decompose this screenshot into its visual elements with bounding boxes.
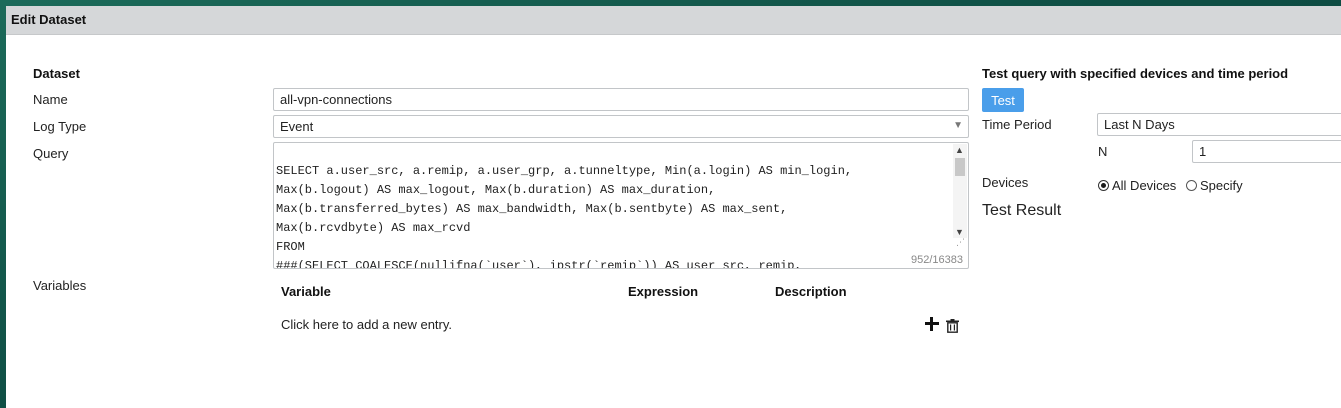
radio-all-devices-label: All Devices <box>1112 178 1177 193</box>
radio-specify-label: Specify <box>1200 178 1243 193</box>
query-line: Max(b.rcvdbyte) AS max_rcvd <box>276 221 471 235</box>
query-textarea[interactable]: SELECT a.user_src, a.remip, a.user_grp, … <box>273 142 969 269</box>
devices-label: Devices <box>982 175 1029 190</box>
query-line: FROM <box>276 240 305 254</box>
chevron-down-icon: ▼ <box>953 120 963 131</box>
n-input[interactable] <box>1192 140 1341 163</box>
n-label: N <box>1098 144 1108 159</box>
radio-checked-icon[interactable] <box>1098 180 1109 191</box>
column-header-description: Description <box>775 284 847 299</box>
test-button[interactable]: Test <box>982 88 1024 112</box>
add-entry-link[interactable]: Click here to add a new entry. <box>281 317 452 332</box>
query-text: SELECT a.user_src, a.remip, a.user_grp, … <box>276 143 948 269</box>
time-period-select[interactable]: Last N Days <box>1097 113 1341 136</box>
scroll-down-icon[interactable]: ▼ <box>955 227 964 237</box>
name-label: Name <box>33 92 68 107</box>
radio-all-devices[interactable]: All Devices <box>1098 178 1176 193</box>
dialog-title: Edit Dataset <box>11 12 87 27</box>
query-scrollbar[interactable]: ▲ ▼ <box>953 144 967 238</box>
time-period-value: Last N Days <box>1104 117 1175 132</box>
query-char-count: 952/16383 <box>911 254 963 266</box>
dataset-heading: Dataset <box>33 66 80 81</box>
query-label: Query <box>33 146 69 161</box>
column-header-variable: Variable <box>281 284 331 299</box>
test-heading: Test query with specified devices and ti… <box>982 66 1289 81</box>
scroll-up-icon[interactable]: ▲ <box>955 145 964 155</box>
query-line: ###(SELECT COALESCE(nullifna(`user`), ip… <box>276 259 802 269</box>
query-line: Max(b.logout) AS max_logout, Max(b.durat… <box>276 183 716 197</box>
plus-icon[interactable] <box>925 317 939 331</box>
time-period-label: Time Period <box>982 117 1052 132</box>
radio-unchecked-icon[interactable] <box>1186 180 1197 191</box>
column-header-expression: Expression <box>628 284 699 299</box>
trash-icon[interactable] <box>946 319 959 333</box>
name-input[interactable] <box>273 88 969 111</box>
radio-specify[interactable]: Specify <box>1186 178 1243 193</box>
log-type-select[interactable]: Event ▼ <box>273 115 969 138</box>
query-line: Max(b.transferred_bytes) AS max_bandwidt… <box>276 202 788 216</box>
log-type-label: Log Type <box>33 119 87 134</box>
scroll-thumb[interactable] <box>955 158 965 176</box>
dialog-titlebar: Edit Dataset <box>6 6 1341 35</box>
variables-label: Variables <box>33 278 87 293</box>
log-type-value: Event <box>280 119 314 134</box>
resize-handle-icon[interactable]: ⋰ <box>956 237 965 248</box>
query-line: SELECT a.user_src, a.remip, a.user_grp, … <box>276 164 853 178</box>
test-result-heading: Test Result <box>982 202 1062 219</box>
edit-dataset-dialog: Edit Dataset Dataset Name Log Type Event… <box>6 6 1341 408</box>
